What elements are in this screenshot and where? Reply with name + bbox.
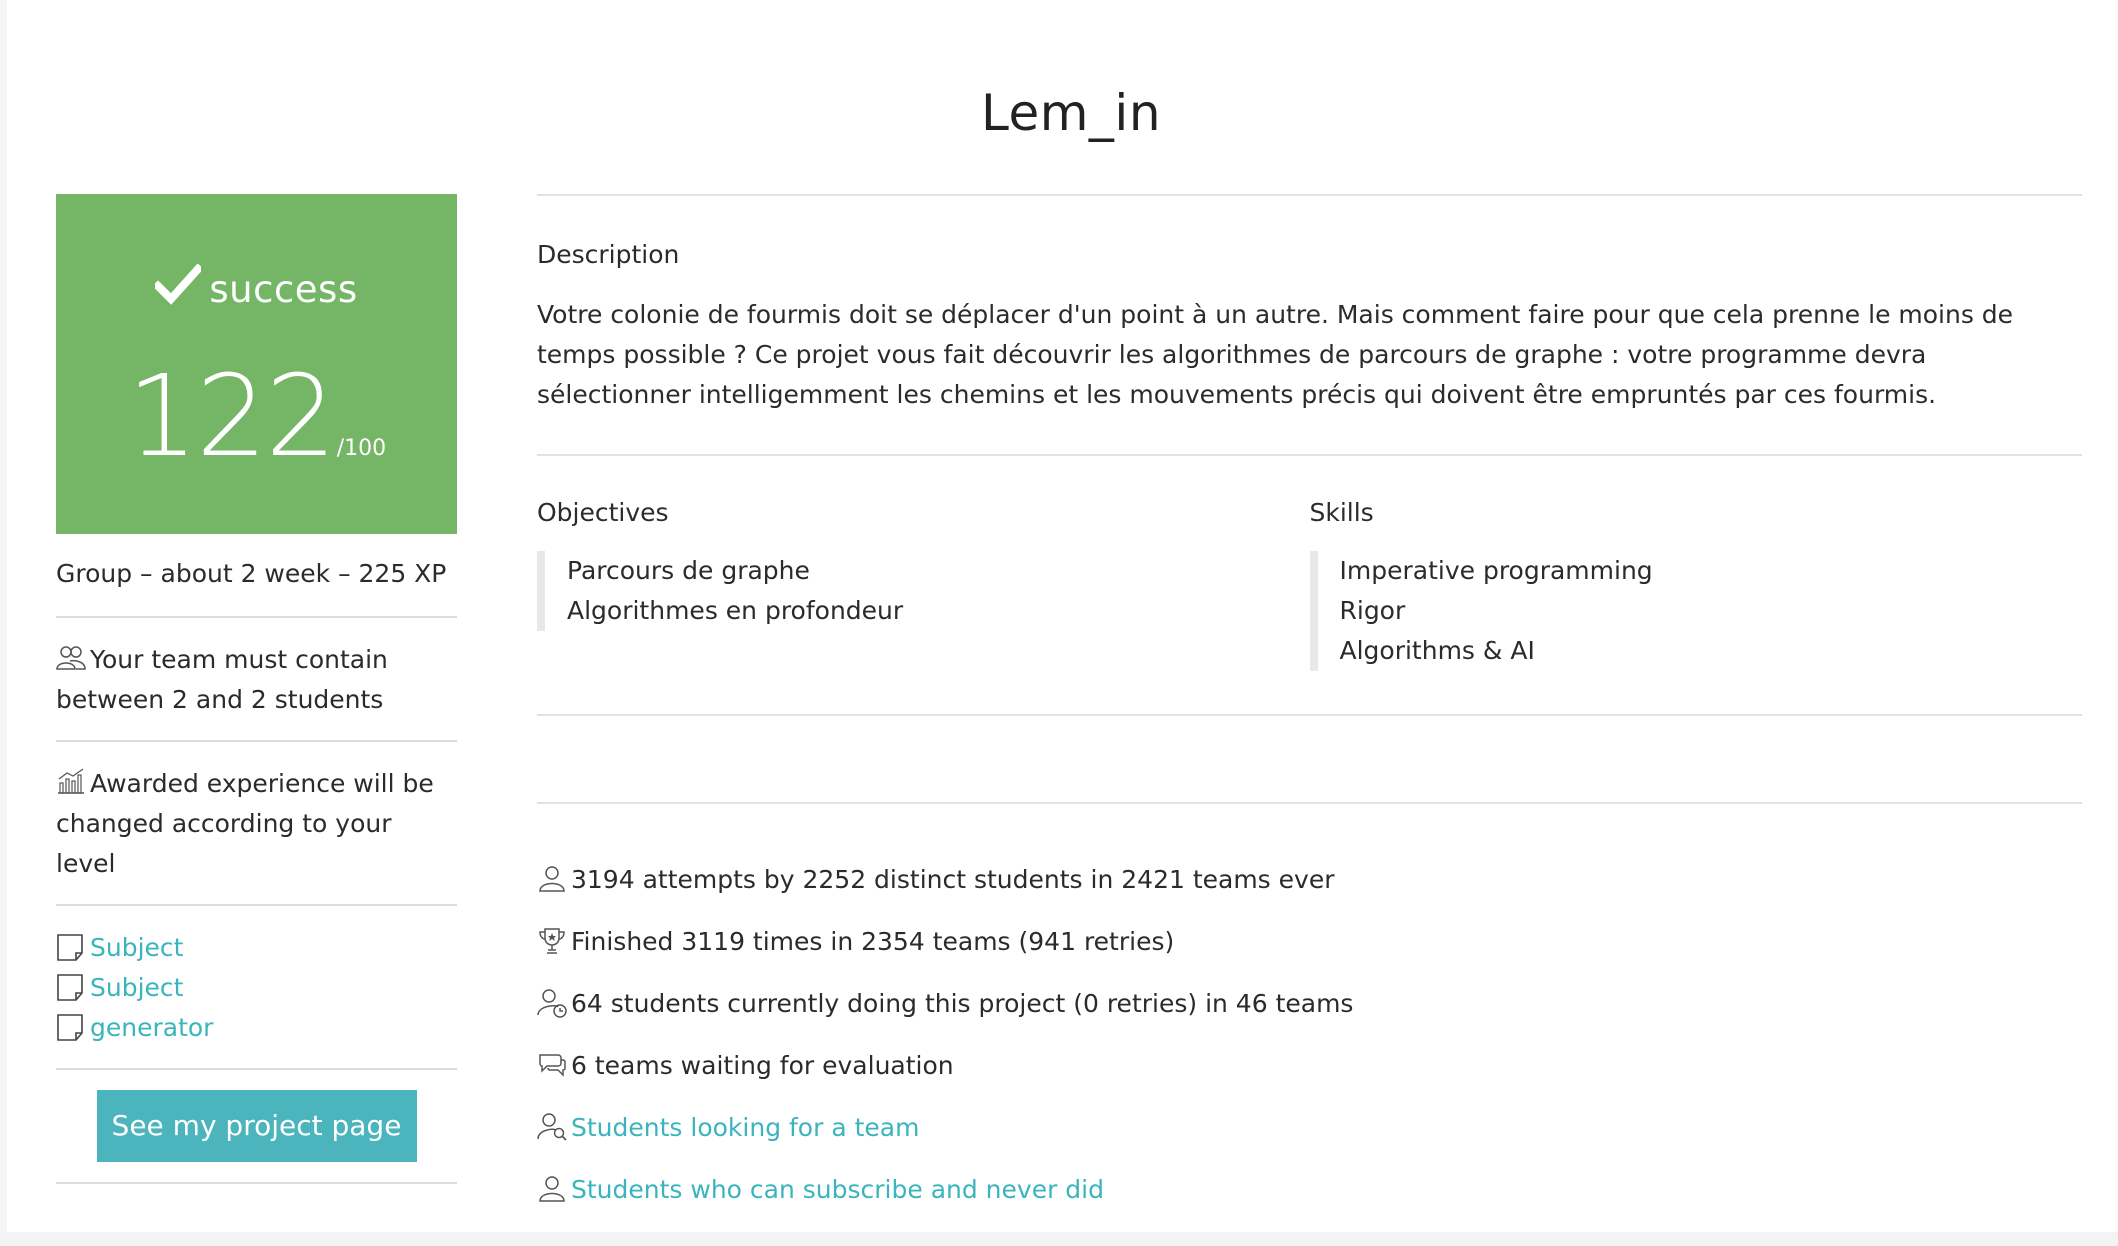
students-looking-link[interactable]: Students looking for a team <box>571 1113 919 1142</box>
user-clock-icon <box>537 989 567 1018</box>
description-text: Votre colonie de fourmis doit se déplace… <box>537 300 2014 409</box>
project-main: Description Votre colonie de fourmis doi… <box>537 194 2082 1234</box>
chat-bubbles-icon <box>539 1054 566 1077</box>
subject-link-1[interactable]: Subject <box>90 928 183 968</box>
document-icon <box>57 1014 83 1041</box>
team-size-note: Your team must contain between 2 and 2 s… <box>56 618 457 742</box>
user-icon <box>539 1176 565 1202</box>
team-size-text: Your team must contain between 2 and 2 s… <box>56 645 388 714</box>
project-page: Lem_in success 122/100 Group – about 2 w… <box>7 0 2118 1234</box>
description-heading: Description <box>537 240 680 269</box>
skills-heading: Skills <box>1309 498 1374 527</box>
grade-status: success <box>56 264 457 311</box>
stat-subscribe: Students who can subscribe and never did <box>537 1158 2082 1220</box>
see-project-page-button[interactable]: See my project page <box>96 1090 417 1162</box>
description-section: Description Votre colonie de fourmis doi… <box>537 196 2082 454</box>
stat-attempts: 3194 attempts by 2252 distinct students … <box>537 848 2082 910</box>
objectives-skills-section: Objectives Parcours de graphe Algorithme… <box>537 456 2082 714</box>
grade-box: success 122/100 <box>56 194 457 534</box>
empty-section <box>537 716 2082 802</box>
skills-column: Skills Imperative programming Rigor Algo… <box>1309 498 2083 714</box>
skill-item: Imperative programming <box>1339 556 1653 585</box>
subject-links: Subject Subject generator <box>56 906 457 1070</box>
objectives-heading: Objectives <box>537 498 669 527</box>
project-sidebar: success 122/100 Group – about 2 week – 2… <box>56 194 457 1184</box>
trophy-icon <box>539 928 565 954</box>
grade-status-label: success <box>209 268 358 311</box>
subject-link-2[interactable]: Subject <box>90 968 183 1008</box>
project-meta: Group – about 2 week – 225 XP <box>56 534 457 618</box>
subject-link-row: generator <box>56 1008 457 1048</box>
grade-value: 122 <box>126 352 337 482</box>
stat-current-text: 64 students currently doing this project… <box>571 988 1354 1018</box>
objective-item: Algorithmes en profondeur <box>567 596 904 625</box>
document-icon <box>57 934 83 961</box>
subject-link-row: Subject <box>56 928 457 968</box>
stat-finished: Finished 3119 times in 2354 teams (941 r… <box>537 910 2082 972</box>
page-title: Lem_in <box>980 84 1162 142</box>
stat-waiting-text: 6 teams waiting for evaluation <box>571 1050 954 1080</box>
check-icon <box>155 264 202 305</box>
skill-item: Rigor <box>1339 596 1406 625</box>
stat-current: 64 students currently doing this project… <box>537 972 2082 1034</box>
students-never-subscribed-link[interactable]: Students who can subscribe and never did <box>571 1175 1104 1204</box>
xp-note: Awarded experience will be changed accor… <box>56 742 457 906</box>
grade-max: /100 <box>336 436 387 461</box>
project-button-wrap: See my project page <box>56 1070 457 1184</box>
user-icon <box>539 866 565 892</box>
objective-item: Parcours de graphe <box>567 556 810 585</box>
objectives-list: Parcours de graphe Algorithmes en profon… <box>537 551 1310 631</box>
subject-link-row: Subject <box>56 968 457 1008</box>
skill-item: Algorithms & AI <box>1339 636 1535 665</box>
stat-waiting: 6 teams waiting for evaluation <box>537 1034 2082 1096</box>
stat-attempts-text: 3194 attempts by 2252 distinct students … <box>571 864 1335 894</box>
page-footer-band <box>0 1232 2118 1246</box>
generator-link[interactable]: generator <box>90 1008 213 1048</box>
grade-score: 122/100 <box>56 352 457 482</box>
bar-chart-icon <box>58 768 84 794</box>
project-stats: 3194 attempts by 2252 distinct students … <box>537 804 2082 1220</box>
skills-list: Imperative programming Rigor Algorithms … <box>1309 551 2083 671</box>
team-icon <box>56 646 86 670</box>
xp-note-text: Awarded experience will be changed accor… <box>56 769 434 878</box>
stat-looking: Students looking for a team <box>537 1096 2082 1158</box>
objectives-column: Objectives Parcours de graphe Algorithme… <box>537 498 1310 714</box>
user-search-icon <box>537 1113 567 1141</box>
document-icon <box>57 974 83 1001</box>
stat-finished-text: Finished 3119 times in 2354 teams (941 r… <box>571 926 1175 956</box>
